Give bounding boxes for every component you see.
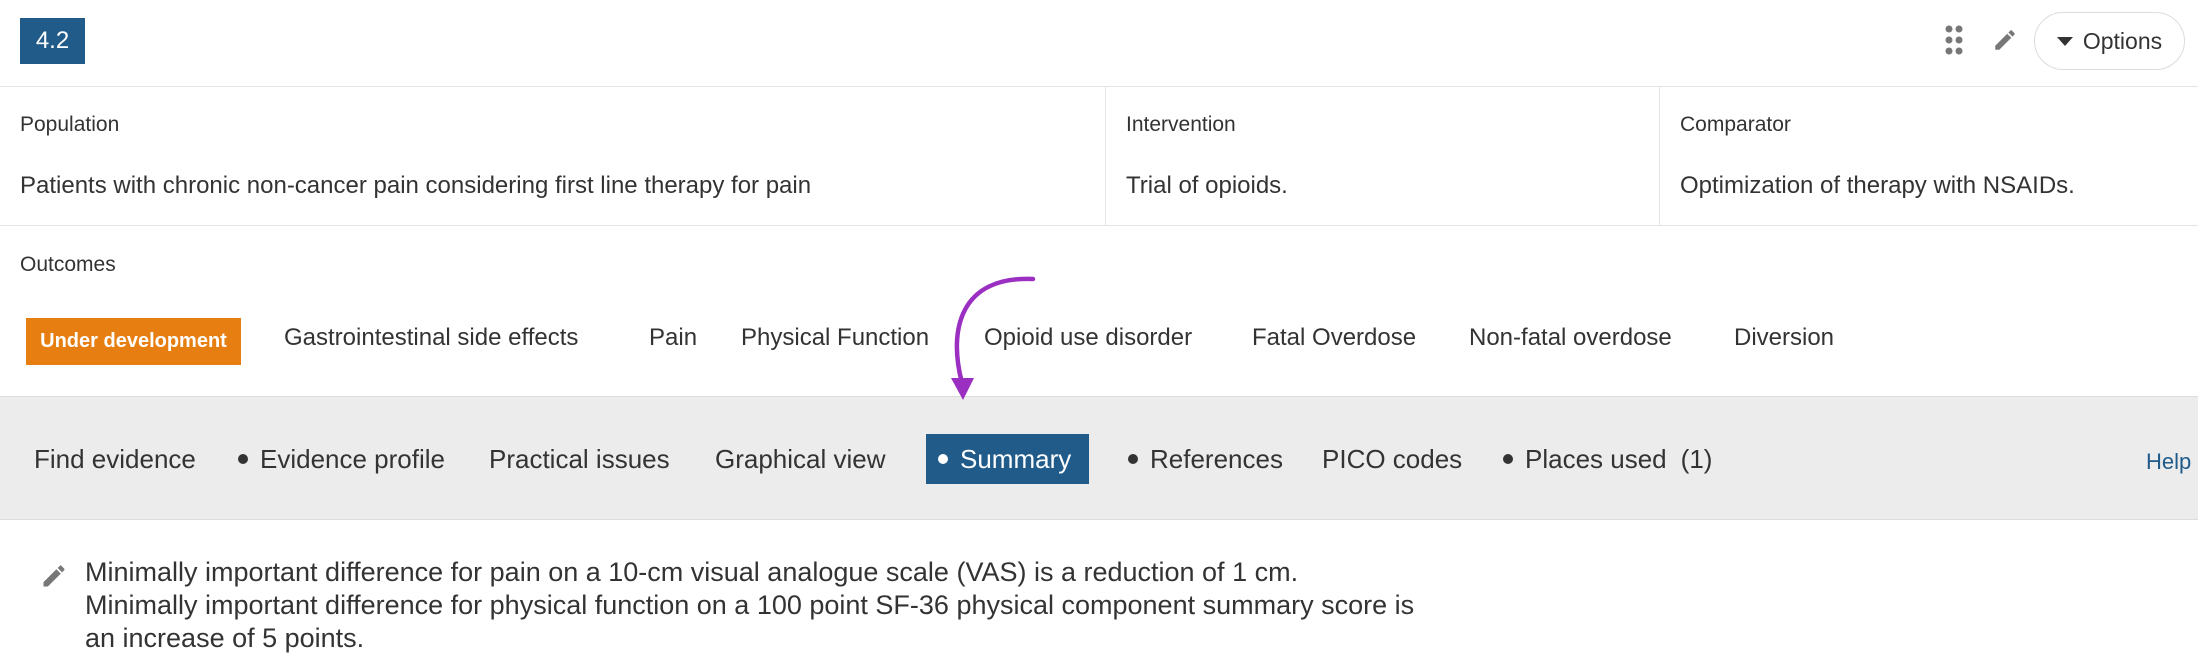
population-label: Population [20, 113, 120, 136]
drag-handle-icon[interactable] [1937, 20, 1971, 60]
tab-label: Summary [960, 443, 1072, 474]
tab-evidence-profile[interactable]: Evidence profile [238, 434, 445, 484]
outcome-non-fatal-overdose[interactable]: Non-fatal overdose [1469, 324, 1672, 352]
tab-label: Graphical view [715, 443, 886, 474]
outcome-opioid-use-disorder[interactable]: Opioid use disorder [984, 324, 1192, 352]
section-number-badge: 4.2 [20, 18, 85, 64]
tab-label: Places used [1525, 443, 1667, 474]
comparator-value: Optimization of therapy with NSAIDs. [1680, 172, 2075, 199]
intervention-cell: Intervention Trial of opioids. [1105, 87, 1659, 226]
outcome-diversion[interactable]: Diversion [1734, 324, 1834, 352]
pencil-icon[interactable] [40, 562, 72, 594]
dot-indicator-icon [938, 454, 948, 464]
section-tabs: Find evidence Evidence profile Practical… [0, 396, 2198, 520]
pico-table: Population Patients with chronic non-can… [0, 87, 2198, 226]
recommendation-header: 4.2 Options [0, 0, 2198, 87]
tab-find-evidence[interactable]: Find evidence [34, 434, 196, 484]
status-badge: Under development [26, 318, 241, 365]
summary-line: an increase of 5 points. [85, 623, 365, 653]
help-link[interactable]: Help [2146, 449, 2191, 475]
outcomes-label: Outcomes [20, 253, 116, 276]
outcome-gastrointestinal[interactable]: Gastrointestinal side effects [284, 324, 578, 352]
summary-line: Minimally important difference for pain … [85, 557, 1299, 587]
dot-indicator-icon [238, 454, 248, 464]
caret-down-icon [2056, 36, 2073, 46]
comparator-cell: Comparator Optimization of therapy with … [1659, 87, 2198, 226]
outcome-pain[interactable]: Pain [649, 324, 697, 352]
tab-graphical-view[interactable]: Graphical view [715, 434, 886, 484]
tab-label: Practical issues [489, 443, 670, 474]
tab-references[interactable]: References [1128, 434, 1283, 484]
population-value: Patients with chronic non-cancer pain co… [20, 172, 812, 199]
intervention-value: Trial of opioids. [1126, 172, 1288, 199]
dot-indicator-icon [1128, 454, 1138, 464]
summary-line: Minimally important difference for physi… [85, 590, 1415, 620]
tab-summary[interactable]: Summary [926, 434, 1089, 484]
intervention-label: Intervention [1126, 113, 1236, 136]
summary-text: Minimally important difference for pain … [85, 556, 1625, 655]
places-used-count: (1) [1680, 443, 1713, 474]
options-button[interactable]: Options [2034, 12, 2185, 70]
tab-label: Find evidence [34, 443, 196, 474]
pencil-icon[interactable] [1988, 20, 2022, 60]
population-cell: Population Patients with chronic non-can… [0, 87, 1105, 226]
dot-indicator-icon [1503, 454, 1513, 464]
tab-practical-issues[interactable]: Practical issues [489, 434, 670, 484]
tab-pico-codes[interactable]: PICO codes [1322, 434, 1462, 484]
outcome-physical-function[interactable]: Physical Function [741, 324, 929, 352]
tab-places-used[interactable]: Places used (1) [1503, 434, 1712, 484]
tab-label: PICO codes [1322, 443, 1463, 474]
comparator-label: Comparator [1680, 113, 1791, 136]
tab-label: Evidence profile [260, 443, 445, 474]
outcome-fatal-overdose[interactable]: Fatal Overdose [1252, 324, 1416, 352]
tab-label: References [1150, 443, 1283, 474]
options-label: Options [2082, 27, 2163, 54]
